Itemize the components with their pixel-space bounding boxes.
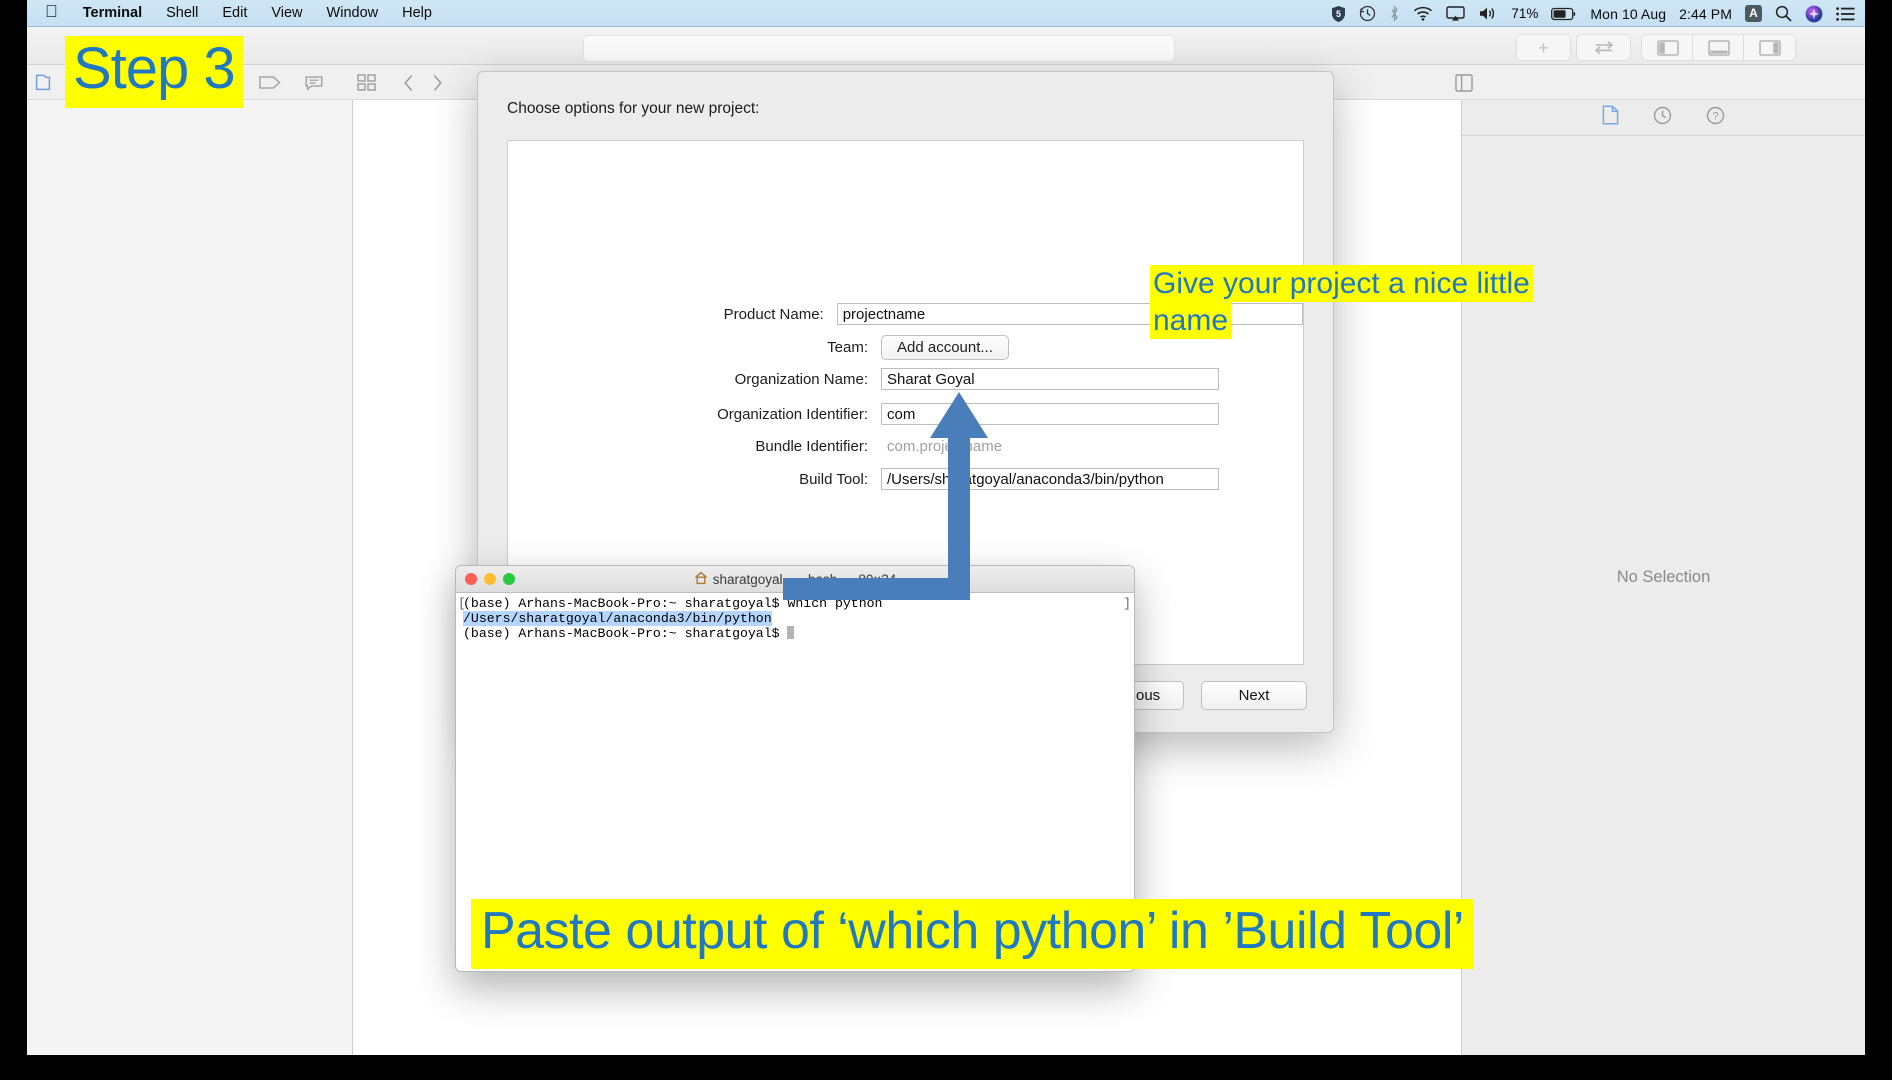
volume-icon[interactable]	[1478, 6, 1498, 21]
annotation-name-hint: Give your project a nice little name	[1146, 264, 1620, 341]
apple-logo-icon[interactable]: 	[35, 2, 71, 22]
selected-output-text: /Users/sharatgoyal/anaconda3/bin/python	[463, 610, 772, 626]
window-controls	[465, 566, 515, 592]
menu-item-view[interactable]: View	[259, 0, 314, 27]
terminal-line: (base) Arhans-MacBook-Pro:~ sharatgoyal$…	[463, 596, 883, 611]
product-name-label: Product Name:	[723, 305, 824, 323]
form-row-bundle-identifier: Bundle Identifier: com.projectname	[508, 435, 1303, 457]
next-button[interactable]: Next	[1201, 681, 1307, 710]
organization-name-input[interactable]: Sharat Goyal	[881, 368, 1219, 390]
bottom-panel-toggle-icon[interactable]	[1692, 34, 1745, 61]
left-panel-toggle-icon[interactable]	[1641, 34, 1694, 61]
terminal-content[interactable]: [ ] (base) Arhans-MacBook-Pro:~ sharatgo…	[456, 593, 1134, 642]
bundle-identifier-value: com.projectname	[887, 437, 1003, 455]
project-navigator-panel[interactable]	[27, 100, 353, 1055]
sheet-title: Choose options for your new project:	[507, 100, 760, 117]
annotation-step-label: Step 3	[65, 36, 243, 108]
back-chevron-icon[interactable]	[403, 74, 415, 97]
menu-item-edit[interactable]: Edit	[210, 0, 259, 27]
form-row-build-tool: Build Tool: /Users/sharatgoyal/anaconda3…	[508, 468, 1303, 490]
menu-item-shell[interactable]: Shell	[154, 0, 210, 27]
desktop-screen:  Terminal Shell Edit View Window Help 5	[27, 0, 1865, 1055]
add-account-button[interactable]: Add account...	[881, 334, 1009, 360]
build-tool-input[interactable]: /Users/sharatgoyal/anaconda3/bin/python	[881, 468, 1219, 490]
forward-chevron-icon[interactable]	[431, 74, 443, 97]
menu-item-window[interactable]: Window	[315, 0, 391, 27]
time-machine-icon[interactable]	[1359, 5, 1376, 22]
editor-options-icon[interactable]	[1455, 74, 1473, 97]
menu-item-help[interactable]: Help	[390, 0, 444, 27]
terminal-right-bracket: ]	[1123, 596, 1131, 611]
swap-arrows-icon[interactable]	[1576, 34, 1631, 61]
organization-identifier-input[interactable]: com	[881, 403, 1219, 425]
wifi-icon[interactable]	[1413, 6, 1433, 21]
bundle-identifier-label: Bundle Identifier:	[755, 437, 868, 455]
battery-percent-label: 71%	[1511, 6, 1539, 21]
tag-icon[interactable]	[259, 75, 281, 95]
menubar-date[interactable]: Mon 10 Aug	[1590, 6, 1666, 22]
toolbar-search-field[interactable]	[583, 35, 1175, 62]
close-button[interactable]	[465, 573, 477, 585]
battery-icon[interactable]	[1551, 7, 1577, 21]
terminal-prompt-text: (base) Arhans-MacBook-Pro:~ sharatgoyal$	[463, 626, 788, 642]
form-row-organization-identifier: Organization Identifier: com	[508, 403, 1303, 425]
spotlight-search-icon[interactable]	[1775, 5, 1792, 22]
annotation-name-hint-text: Give your project a nice little name	[1150, 265, 1533, 339]
project-navigator-icon[interactable]	[35, 74, 51, 96]
menu-item-terminal[interactable]: Terminal	[71, 0, 154, 27]
shield-five-icon[interactable]: 5	[1331, 5, 1346, 23]
terminal-title-bar[interactable]: sharatgoyal — -bash — 80×24	[456, 566, 1134, 593]
organization-name-label: Organization Name:	[734, 370, 868, 388]
xcode-toolbar: +	[27, 27, 1865, 65]
siri-icon[interactable]	[1805, 5, 1823, 23]
terminal-line-selected: /Users/sharatgoyal/anaconda3/bin/python	[458, 610, 1134, 627]
build-tool-label: Build Tool:	[799, 470, 868, 488]
add-button[interactable]: +	[1516, 34, 1571, 61]
menubar-time[interactable]: 2:44 PM	[1679, 6, 1732, 22]
macos-menu-bar:  Terminal Shell Edit View Window Help 5	[27, 0, 1865, 27]
minimize-button[interactable]	[484, 573, 496, 585]
grid-icon[interactable]	[357, 74, 376, 97]
home-folder-icon	[694, 571, 708, 588]
input-source-indicator[interactable]: A	[1745, 5, 1762, 22]
notification-center-icon[interactable]	[1836, 6, 1855, 21]
terminal-prompt-line: (base) Arhans-MacBook-Pro:~ sharatgoyal$	[458, 626, 1134, 642]
svg-text:5: 5	[1336, 9, 1341, 19]
organization-identifier-label: Organization Identifier:	[717, 405, 868, 423]
bluetooth-icon[interactable]	[1389, 5, 1400, 22]
inspector-panel: ? No Selection	[1461, 100, 1865, 1055]
terminal-title-text: sharatgoyal — -bash — 80×24	[712, 571, 897, 587]
inspector-empty-state: No Selection	[1616, 568, 1711, 586]
right-panel-toggle-icon[interactable]	[1743, 34, 1796, 61]
team-label: Team:	[827, 338, 868, 356]
annotation-paste-hint: Paste output of ‘which python’ in ’Build…	[471, 899, 1474, 969]
zoom-button[interactable]	[503, 573, 515, 585]
terminal-cursor	[787, 626, 795, 640]
terminal-title: sharatgoyal — -bash — 80×24	[694, 571, 896, 588]
comment-icon[interactable]	[305, 75, 323, 96]
terminal-left-bracket: [	[458, 596, 466, 611]
airplay-icon[interactable]	[1446, 5, 1466, 22]
form-row-organization-name: Organization Name: Sharat Goyal	[508, 368, 1303, 390]
